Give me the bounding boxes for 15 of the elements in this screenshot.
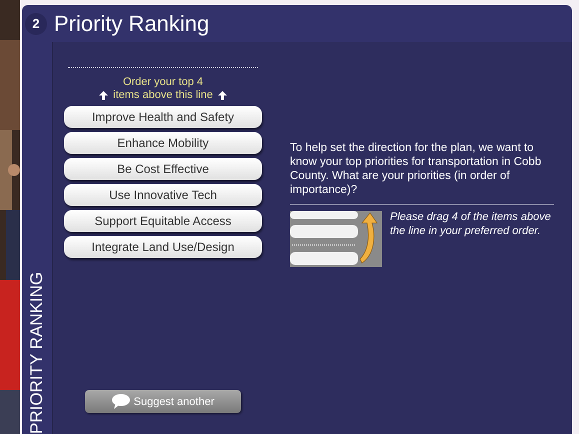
speech-bubble-icon — [112, 394, 130, 409]
priority-item[interactable]: Enhance Mobility — [64, 132, 262, 154]
priority-item[interactable]: Support Equitable Access — [64, 210, 262, 232]
priority-item[interactable]: Integrate Land Use/Design — [64, 236, 262, 258]
description-text: To help set the direction for the plan, we want to know your top priorities for transportation in Cobb County. What are your priorities (in order of importance)? — [290, 141, 542, 197]
priority-item[interactable]: Be Cost Effective — [64, 158, 262, 180]
panel-title: Priority Ranking — [54, 10, 210, 36]
instruction-text: items above this line — [113, 89, 213, 102]
up-arrow-icon — [218, 91, 227, 100]
priority-item[interactable]: Use Innovative Tech — [64, 184, 262, 206]
instruction-text: Order your top 4 — [122, 76, 204, 89]
up-arrow-icon — [99, 91, 108, 100]
priority-item[interactable]: Improve Health and Safety — [64, 106, 262, 128]
hint-text: Please drag 4 of the items above the line in your preferred order. — [390, 211, 552, 238]
step-number: 2 — [25, 12, 47, 34]
